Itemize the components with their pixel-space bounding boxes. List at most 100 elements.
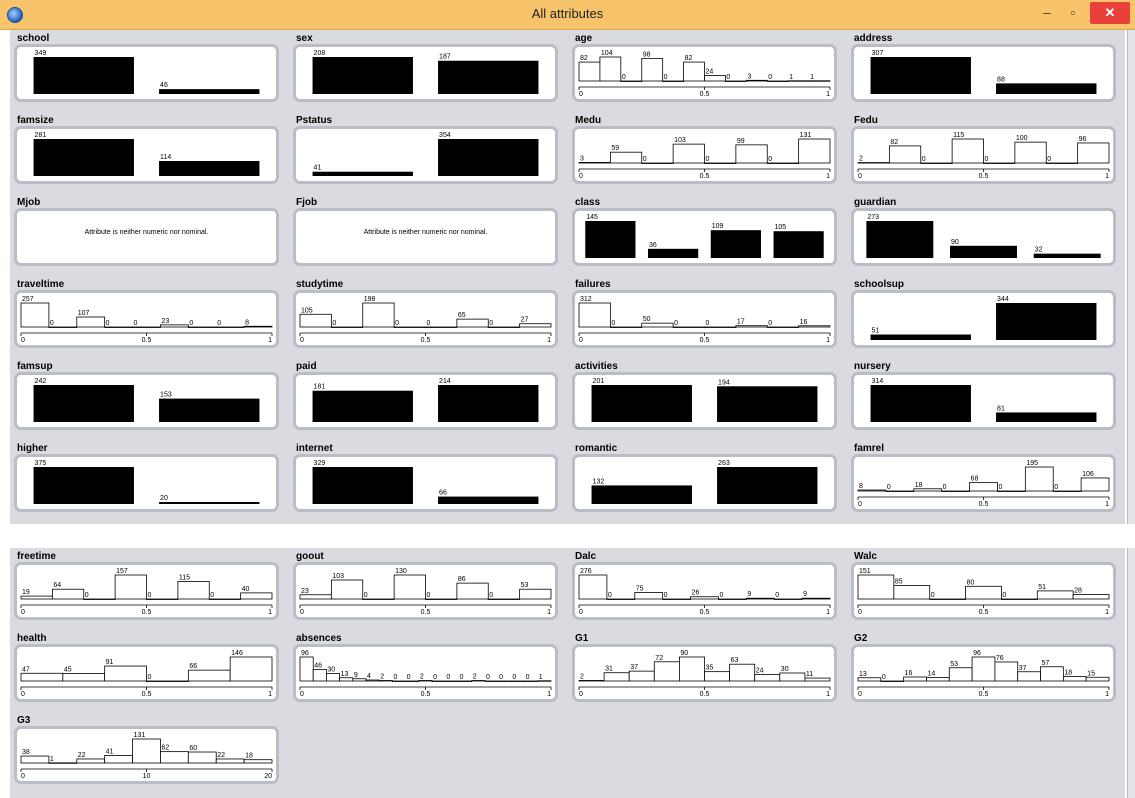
histogram-bin [641,57,664,82]
histogram-bin [735,144,768,164]
histogram-bin [1040,666,1064,682]
attribute-plot: 105 0 198 0 0 65 0 27 0 0.5 1 [293,290,558,348]
bin-label: 0 [706,156,710,163]
bin-label: 0 [998,484,1002,491]
bin-label: 47 [22,666,30,673]
close-button[interactable]: ✕ [1090,2,1130,24]
attribute-cell-address: address 307 88 [847,30,1126,112]
window-title: All attributes [531,6,604,21]
histogram-bin [299,656,314,682]
attribute-name: Pstatus [296,115,333,126]
bar-label: 354 [439,132,451,139]
attribute-plot: 2 82 0 115 0 100 0 96 0 0.5 1 [851,126,1116,184]
bar [996,83,1097,94]
attribute-name: failures [575,279,611,290]
bin-label: 0 [433,674,437,681]
attribute-chart: 105 0 198 0 0 65 0 27 0 0.5 1 [299,296,552,344]
bin-label: 96 [973,650,981,657]
bar [438,385,539,422]
bin-label: 198 [364,296,376,303]
bin-label: 18 [1064,670,1072,677]
bin-label: 0 [664,74,668,81]
histogram-bin [690,596,719,600]
histogram-bin [609,326,643,328]
attribute-name: Walc [854,551,877,562]
bin-label: 0 [50,320,54,327]
histogram-bin [929,598,966,600]
histogram-bin [326,673,341,682]
histogram-bin [704,75,726,82]
attribute-chart: 2 82 0 115 0 100 0 96 0 0.5 1 [857,132,1110,180]
attribute-chart: 38 1 22 41 131 62 60 22 18 0 10 20 [20,732,273,780]
histogram-bin [339,677,354,682]
bin-label: 0 [148,592,152,599]
attribute-name: schoolsup [854,279,905,290]
attribute-name: famrel [854,443,885,454]
attribute-cell-class: class 145 36 109 105 [568,194,847,276]
attribute-cell-goout: goout 23 103 0 130 0 86 0 53 0 0.5 1 [289,548,568,630]
x-tick-label: 0.5 [421,691,431,698]
histogram-bin [683,61,705,82]
histogram-bin [456,318,489,328]
histogram-bin [215,758,245,764]
histogram-bin [1085,676,1110,682]
histogram-bin [606,598,636,600]
attribute-plot: 181 214 [293,372,558,430]
x-tick-label: 0 [579,173,583,180]
attribute-name: Medu [575,115,602,126]
bar [870,57,971,94]
minimize-button[interactable]: – [1036,2,1058,24]
x-tick-label: 0.5 [979,173,989,180]
attribute-chart: 375 20 [33,460,260,504]
attribute-cell-romantic: romantic 132 263 [568,440,847,522]
maximize-button[interactable]: ▫ [1062,2,1084,24]
bin-label: 23 [161,318,169,325]
histogram-bin [177,581,210,600]
vertical-scrollbar-bottom[interactable] [1127,548,1135,798]
attribute-cell-mjob: Mjob Attribute is neither numeric nor nom… [10,194,289,276]
bin-label: 13 [341,671,349,678]
attribute-chart: 242 153 [33,378,260,422]
bar [159,89,260,94]
bin-label: 151 [859,568,871,575]
x-tick-label: 0.5 [700,337,710,344]
bar-label: 273 [867,214,879,221]
bin-label: 19 [22,589,30,596]
histogram-bin [425,598,458,600]
histogram-bin [965,585,1002,600]
attribute-plot: 132 263 [572,454,837,512]
bin-label: 11 [806,671,813,678]
histogram-bin [187,669,231,682]
bar-label: 187 [439,54,451,61]
bin-label: 0 [427,592,431,599]
bin-label: 0 [931,592,935,599]
bin-label: 0 [922,156,926,163]
histogram-bin [773,598,803,600]
bin-label: 0 [460,674,464,681]
x-tick-label: 10 [143,773,151,780]
bin-label: 80 [967,579,975,586]
x-tick-label: 1 [547,337,551,344]
bin-label: 1 [810,74,814,81]
bar [312,171,413,176]
bar-label: 36 [649,242,657,249]
bin-label: 96 [1079,136,1087,143]
attribute-name: sex [296,33,313,44]
attribute-name: address [854,33,893,44]
attribute-plot: 47 45 91 0 66 146 0 0.5 1 [14,644,279,702]
bin-label: 0 [499,674,503,681]
bin-label: 60 [189,745,197,752]
histogram-bin [471,680,486,682]
bin-label: 62 [161,745,169,752]
bin-label: 82 [890,139,898,146]
bin-label: 1 [789,74,793,81]
histogram-bin [160,324,189,328]
bin-label: 0 [148,674,152,681]
histogram-bin [132,326,161,328]
histogram-bin [146,680,189,682]
vertical-scrollbar[interactable] [1127,30,1135,524]
x-tick-label: 1 [1105,173,1109,180]
attribute-plot: 19 64 0 157 0 115 0 40 0 0.5 1 [14,562,279,620]
bin-label: 27 [521,317,529,324]
bar [33,57,134,94]
